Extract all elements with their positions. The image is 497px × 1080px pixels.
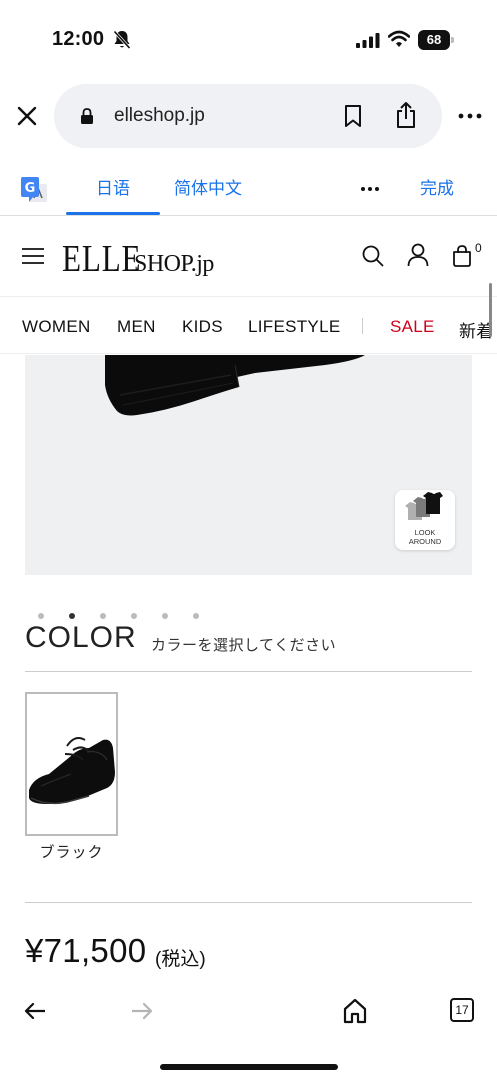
home-icon[interactable] <box>343 998 367 1024</box>
nav-lifestyle[interactable]: LIFESTYLE <box>248 317 340 337</box>
nav-sale[interactable]: SALE <box>390 317 435 337</box>
color-section-subtitle: カラーを選択してください <box>151 637 337 654</box>
browser-url-row: elleshop.jp <box>0 84 497 150</box>
share-icon[interactable] <box>395 101 417 129</box>
carousel-dot[interactable] <box>162 613 168 619</box>
nav-kids[interactable]: KIDS <box>182 317 223 337</box>
divider <box>25 902 472 903</box>
cart-count: 0 <box>475 241 482 255</box>
wifi-icon <box>388 30 410 47</box>
signal-icon <box>356 33 380 48</box>
more-icon[interactable] <box>458 112 482 120</box>
divider <box>25 671 472 672</box>
look-around-label: LOOK AROUND <box>408 528 442 546</box>
tab-japanese[interactable]: 日语 <box>66 164 160 216</box>
back-arrow-icon[interactable] <box>24 1002 46 1020</box>
google-translate-icon: G <box>21 177 47 202</box>
carousel-dot[interactable] <box>69 613 75 619</box>
color-section-title: COLOR <box>25 621 137 654</box>
bookmark-icon[interactable] <box>344 104 362 128</box>
translate-bar: G 日语 简体中文 完成 <box>0 164 497 216</box>
translate-more-icon[interactable] <box>360 186 380 192</box>
nav-men[interactable]: MEN <box>117 317 156 337</box>
product-image[interactable]: LOOK AROUND <box>25 355 472 575</box>
look-around-button[interactable]: LOOK AROUND <box>395 490 455 550</box>
tab-count-button[interactable]: 17 <box>450 998 474 1022</box>
tshirt-stack-icon <box>405 492 443 520</box>
svg-text:G: G <box>25 181 36 196</box>
lock-icon <box>81 108 93 124</box>
forward-arrow-icon[interactable] <box>131 1002 153 1020</box>
home-indicator[interactable] <box>160 1064 338 1070</box>
price-tax-note: (税込) <box>155 949 206 970</box>
tab-simplified-chinese[interactable]: 简体中文 <box>166 164 242 216</box>
scrollbar[interactable] <box>489 283 492 337</box>
battery-level: 68 <box>418 30 450 50</box>
shoe-thumbnail <box>29 737 115 805</box>
cart-icon[interactable] <box>452 245 472 267</box>
color-swatch-label: ブラック <box>39 844 104 861</box>
active-tab-indicator <box>66 212 160 215</box>
status-time: 12:00 <box>52 28 105 50</box>
carousel-dots <box>38 613 208 621</box>
battery-cap <box>451 37 454 43</box>
nav-women[interactable]: WOMEN <box>22 317 91 337</box>
carousel-dot[interactable] <box>193 613 199 619</box>
nav-separator <box>362 318 363 334</box>
bell-off-icon <box>113 30 131 50</box>
url-text: elleshop.jp <box>114 105 205 126</box>
browser-toolbar: 17 <box>0 990 497 1080</box>
status-bar: 12:00 68 <box>0 0 497 80</box>
carousel-dot[interactable] <box>38 613 44 619</box>
logo-shop: SHOP.jp <box>134 251 214 277</box>
translate-done-button[interactable]: 完成 <box>420 164 454 214</box>
search-icon[interactable] <box>362 245 384 267</box>
site-logo[interactable]: ELLE SHOP.jp <box>62 237 214 280</box>
carousel-dot[interactable] <box>131 613 137 619</box>
address-bar[interactable]: elleshop.jp <box>54 84 442 148</box>
price: ¥71,500 <box>25 932 147 969</box>
battery-indicator: 68 <box>418 30 454 50</box>
category-nav: WOMEN MEN KIDS LIFESTYLE SALE 新着 <box>0 298 497 354</box>
close-icon[interactable] <box>16 105 38 127</box>
logo-elle: ELLE <box>62 238 142 280</box>
site-header: ELLE SHOP.jp 0 <box>0 217 497 297</box>
color-swatch-black[interactable] <box>25 692 118 836</box>
user-icon[interactable] <box>407 243 429 267</box>
menu-icon[interactable] <box>22 247 44 265</box>
carousel-dot[interactable] <box>100 613 106 619</box>
